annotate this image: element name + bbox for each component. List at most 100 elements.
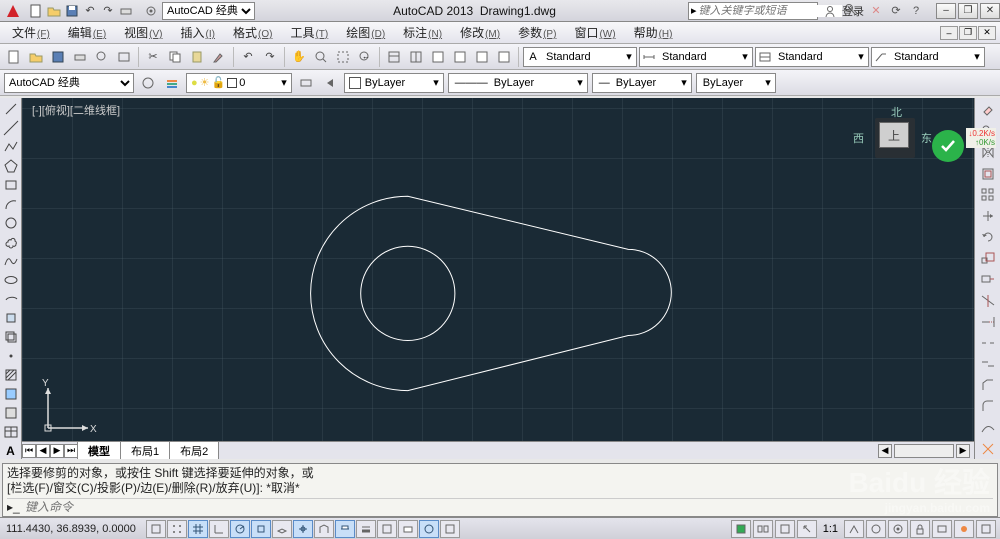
markup-btn[interactable] [472,47,492,67]
menu-param[interactable]: 参数(P) [510,22,564,43]
arc-tool[interactable] [1,195,21,213]
viewcube-top[interactable]: 上 [879,122,909,148]
preview-btn[interactable] [92,47,112,67]
3dosnap-toggle[interactable] [272,520,292,538]
tpy-toggle[interactable] [377,520,397,538]
toolbar-lock-icon[interactable] [910,520,930,538]
close-button[interactable]: ✕ [980,3,1000,19]
menu-file[interactable]: 文件(F) [4,22,58,43]
ellipse-tool[interactable] [1,271,21,289]
polar-toggle[interactable] [230,520,250,538]
polygon-tool[interactable] [1,157,21,175]
erase-tool[interactable] [977,100,999,120]
calc-btn[interactable] [494,47,514,67]
scale-tool[interactable] [977,248,999,268]
hatch-tool[interactable] [1,366,21,384]
layer-state-control[interactable]: ● ☀ 🔓 0 ▾ [186,73,292,93]
revcloud-tool[interactable] [1,233,21,251]
dimstyle-dropdown[interactable]: Standard▾ [639,47,753,67]
join-tool[interactable] [977,354,999,374]
help-icon[interactable]: ? [908,3,924,19]
tab-last[interactable]: ⏭ [64,444,78,458]
region-tool[interactable] [1,404,21,422]
lineweight-dropdown[interactable]: —ByLayer▾ [592,73,692,93]
match-btn[interactable] [209,47,229,67]
infer-toggle[interactable] [146,520,166,538]
break-tool[interactable] [977,333,999,353]
user-icon[interactable] [822,3,838,19]
cut-btn[interactable]: ✂ [143,47,163,67]
tab-layout1[interactable]: 布局1 [120,441,170,460]
move-tool[interactable] [977,206,999,226]
annoscale-icon[interactable] [797,520,817,538]
save-icon[interactable] [64,3,80,19]
explode-tool[interactable] [977,439,999,459]
tab-next[interactable]: ▶ [50,444,64,458]
menu-window[interactable]: 窗口(W) [566,22,623,43]
zoom-realtime-btn[interactable] [311,47,331,67]
undo-icon[interactable]: ↶ [82,3,98,19]
isolate-icon[interactable] [954,520,974,538]
drawing-canvas[interactable]: [-][俯视][二维线框] X Y 上 北 西 东 ⏮ [22,98,974,459]
make-block-tool[interactable] [1,328,21,346]
plot-btn[interactable] [70,47,90,67]
mtext-tool[interactable]: A [1,442,21,459]
table-tool[interactable] [1,423,21,441]
hscroll-track[interactable] [894,444,954,458]
login-link[interactable]: 登录 [842,3,864,19]
modelspace-btn[interactable] [731,520,751,538]
otrack-toggle[interactable] [293,520,313,538]
workspace-select[interactable]: AutoCAD 经典 [162,2,255,20]
line-tool[interactable] [1,100,21,118]
redo-btn[interactable]: ↷ [260,47,280,67]
dc-btn[interactable] [406,47,426,67]
ortho-toggle[interactable] [209,520,229,538]
polyline-tool[interactable] [1,138,21,156]
hscroll-right[interactable]: ▶ [956,444,970,458]
doc-close[interactable]: ✕ [978,26,996,40]
restore-button[interactable]: ❐ [958,3,978,19]
zoom-prev-btn[interactable]: ← [355,47,375,67]
command-line[interactable]: 选择要修剪的对象，或按住 Shift 键选择要延伸的对象，或 [栏选(F)/窗交… [2,463,998,517]
sync-icon[interactable]: ⟳ [888,3,904,19]
ducs-toggle[interactable] [314,520,334,538]
undo-btn[interactable]: ↶ [238,47,258,67]
color-dropdown[interactable]: ByLayer▾ [344,73,444,93]
hardware-accel-icon[interactable] [932,520,952,538]
layer-prev-icon[interactable] [320,73,340,93]
layer-make-current-icon[interactable] [296,73,316,93]
rotate-tool[interactable] [977,227,999,247]
annoauto-toggle[interactable] [866,520,886,538]
hscroll-left[interactable]: ◀ [878,444,892,458]
ws-settings-icon[interactable] [138,73,158,93]
blend-tool[interactable] [977,418,999,438]
extend-tool[interactable] [977,312,999,332]
snap-toggle[interactable] [167,520,187,538]
menu-draw[interactable]: 绘图(D) [338,22,393,43]
trim-tool[interactable] [977,291,999,311]
menu-help[interactable]: 帮助(H) [626,22,681,43]
linetype-dropdown[interactable]: ———ByLayer▾ [448,73,588,93]
open-btn[interactable] [26,47,46,67]
array-tool[interactable] [977,185,999,205]
new-icon[interactable] [28,3,44,19]
offset-tool[interactable] [977,164,999,184]
menu-view[interactable]: 视图(V) [116,22,170,43]
tab-prev[interactable]: ◀ [36,444,50,458]
app-logo[interactable] [2,1,24,21]
menu-insert[interactable]: 插入(I) [173,22,223,43]
tablestyle-dropdown[interactable]: Standard▾ [755,47,869,67]
doc-minimize[interactable]: – [940,26,958,40]
workspace-switcher[interactable]: AutoCAD 经典 [138,2,261,20]
ws-switch-icon[interactable] [888,520,908,538]
stretch-tool[interactable] [977,269,999,289]
pan-btn[interactable]: ✋ [289,47,309,67]
prop-btn[interactable] [384,47,404,67]
coords-display[interactable]: 111.4430, 36.8939, 0.0000 [0,523,142,535]
qv-layouts[interactable] [753,520,773,538]
plot-icon[interactable] [118,3,134,19]
qv-drawings[interactable] [775,520,795,538]
publish-btn[interactable] [114,47,134,67]
menu-dimension[interactable]: 标注(N) [395,22,450,43]
annovis-toggle[interactable] [844,520,864,538]
